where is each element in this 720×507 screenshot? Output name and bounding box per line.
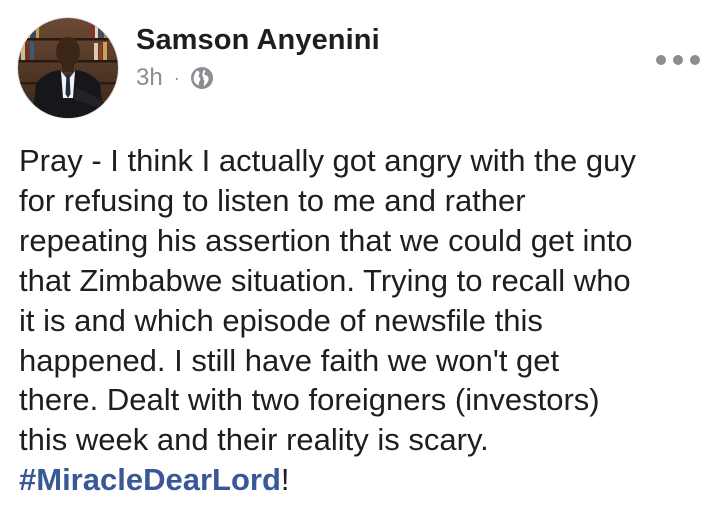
post-text-line: it is and which episode of newsfile this (19, 302, 543, 338)
more-options-icon (673, 55, 683, 65)
facebook-post: Samson Anyenini 3h · Pray - I think I ac… (0, 0, 720, 507)
more-options-icon (690, 55, 700, 65)
post-timestamp[interactable]: 3h (136, 64, 163, 92)
post-text-line: that Zimbabwe situation. Trying to recal… (19, 262, 631, 298)
post-text-line-last: #MiracleDearLord! (19, 460, 709, 500)
hashtag-link[interactable]: #MiracleDearLord (19, 462, 281, 497)
author-avatar[interactable] (17, 17, 119, 119)
hashtag-suffix: ! (280, 462, 290, 498)
post-meta: 3h · (136, 64, 214, 92)
meta-separator: · (173, 68, 180, 88)
post-text-line: for refusing to listen to me and rather (19, 182, 526, 218)
post-text: Pray - I think I actually got angry with… (19, 141, 709, 500)
more-options-button[interactable] (656, 46, 700, 74)
post-text-line: there. Dealt with two foreigners (invest… (19, 382, 600, 418)
more-options-icon (656, 55, 666, 65)
post-text-line: this week and their reality is scary. (19, 422, 489, 458)
post-text-line: happened. I still have faith we won't ge… (19, 342, 560, 378)
profile-photo (18, 18, 118, 118)
globe-icon[interactable] (190, 66, 214, 90)
author-name[interactable]: Samson Anyenini (136, 24, 380, 57)
post-text-line: Pray - I think I actually got angry with… (19, 143, 636, 178)
post-text-line: repeating his assertion that we could ge… (19, 222, 633, 258)
